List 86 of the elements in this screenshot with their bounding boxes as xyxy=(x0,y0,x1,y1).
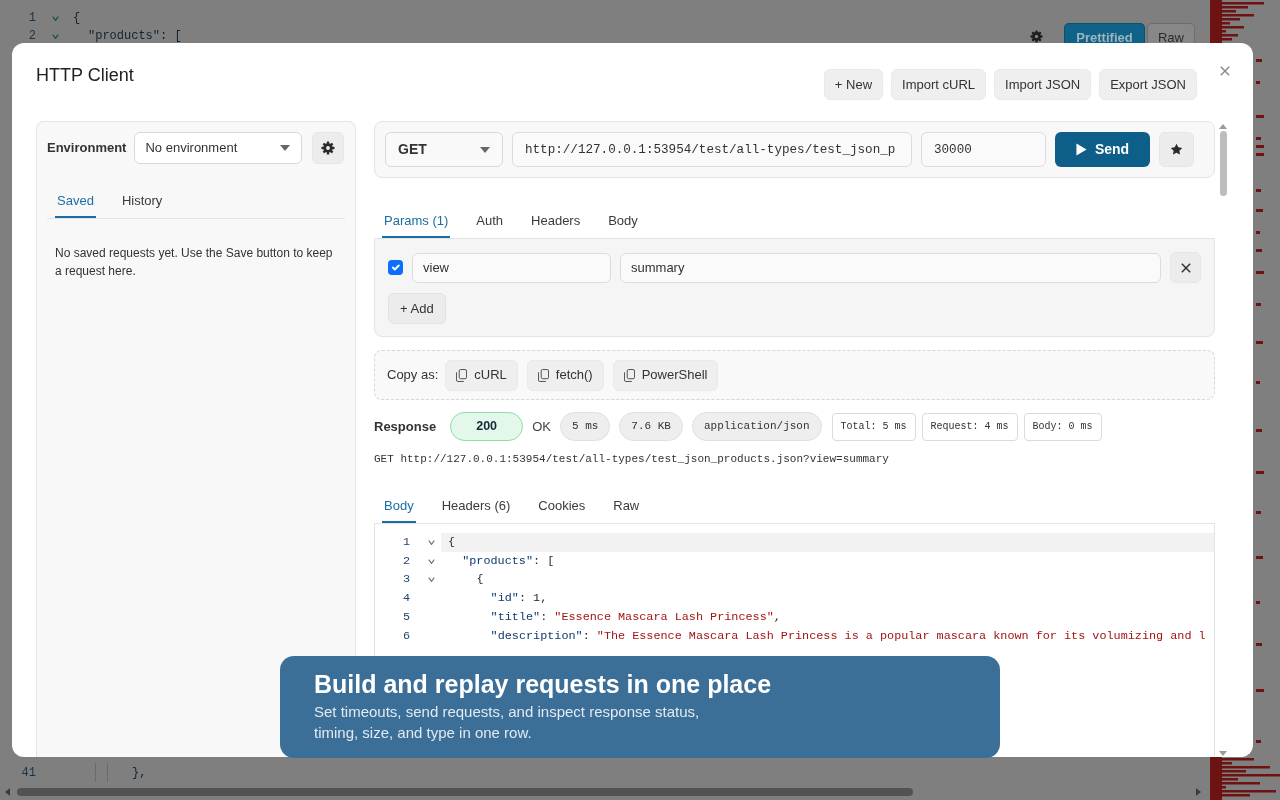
response-size-badge: 7.6 KB xyxy=(619,412,683,441)
request-tab[interactable]: Body xyxy=(606,203,640,238)
code-line: "description": "The Essence Mascara Lash Princess is a popular mascara known for its volumizing and l xyxy=(490,628,1206,644)
view-mode-tab[interactable]: Raw xyxy=(1147,23,1195,43)
timing-badge: Body: 0 ms xyxy=(1023,412,1102,441)
code-line: "products": [ xyxy=(462,553,555,569)
scroll-up-icon[interactable] xyxy=(1219,124,1227,129)
line-number: 1 xyxy=(27,10,36,26)
response-tab[interactable]: Cookies xyxy=(536,488,588,523)
close-icon[interactable] xyxy=(1220,66,1230,76)
code-line: { xyxy=(476,572,484,588)
send-button[interactable]: Send xyxy=(1055,132,1150,167)
caption-title: Build and replay requests in one place xyxy=(314,669,773,700)
status-text: OK xyxy=(532,417,551,436)
caret-icon xyxy=(280,145,291,151)
copy-format-button[interactable]: cURL xyxy=(445,359,518,391)
url-field[interactable]: http://127.0.0.1:53954/test/all-types/test_json_p xyxy=(512,132,912,167)
request-summary-text: GET http://127.0.0.1:53954/test/all-types/test_json_products.json?view=summary xyxy=(374,452,890,466)
param-value-field[interactable]: summary xyxy=(620,252,1161,283)
fold-chevron-icon[interactable] xyxy=(52,33,59,39)
line-number: 41 xyxy=(20,764,36,782)
environment-settings-button[interactable] xyxy=(312,132,345,164)
timing-badge: Total: 5 ms xyxy=(831,412,916,441)
line-number: 3 xyxy=(401,572,410,588)
add-param-button[interactable]: + Add xyxy=(388,293,446,324)
toolbar-button[interactable]: Import JSON xyxy=(994,69,1092,100)
caption-text: Set timeouts, send requests, and inspect response status, timing, size, and type in one row. xyxy=(314,702,701,743)
response-tab[interactable]: Headers (6) xyxy=(439,488,513,523)
environment-label: Environment xyxy=(47,139,127,158)
caret-icon xyxy=(480,146,490,153)
method-select[interactable]: GET xyxy=(385,132,503,167)
scroll-down-icon[interactable] xyxy=(1219,751,1227,756)
sidebar-tab[interactable]: Saved xyxy=(55,183,96,218)
param-enabled-checkbox[interactable] xyxy=(388,260,403,275)
status-code-badge: 200 xyxy=(450,412,524,441)
copy-icon xyxy=(623,368,635,382)
code-line: "title": "Essence Mascara Lash Princess", xyxy=(490,610,781,626)
copy-format-button[interactable]: PowerShell xyxy=(612,359,719,391)
toolbar-button[interactable]: Export JSON xyxy=(1099,69,1197,100)
play-icon xyxy=(1075,143,1087,156)
scroll-right-icon[interactable] xyxy=(1196,788,1201,796)
code-line: { xyxy=(448,534,456,550)
code-line: }, xyxy=(132,764,147,782)
code-line: "id": 1, xyxy=(490,591,548,607)
fold-chevron-icon[interactable] xyxy=(428,539,435,545)
response-time-badge: 5 ms xyxy=(559,412,611,441)
line-number: 2 xyxy=(27,28,36,44)
timing-badge: Request: 4 ms xyxy=(921,412,1018,441)
request-tab[interactable]: Headers xyxy=(529,203,583,238)
param-key-field[interactable]: view xyxy=(412,252,611,283)
scroll-left-icon[interactable] xyxy=(5,788,10,796)
timeout-field[interactable]: 30000 xyxy=(921,132,1046,167)
content-type-badge: application/json xyxy=(691,412,822,441)
remove-param-button[interactable] xyxy=(1170,252,1201,283)
environment-select[interactable]: No environment xyxy=(134,132,303,164)
code-line: { xyxy=(73,10,81,26)
scrollbar-thumb[interactable] xyxy=(1219,131,1227,196)
line-number: 2 xyxy=(401,553,410,569)
fold-chevron-icon[interactable] xyxy=(428,577,435,583)
line-number: 4 xyxy=(401,591,410,607)
code-line: "products": [ xyxy=(88,28,182,44)
empty-state-text: No saved requests yet. Use the Save button to keep a request here. xyxy=(55,245,334,280)
star-icon xyxy=(1170,143,1183,156)
line-number: 1 xyxy=(401,534,410,550)
close-icon xyxy=(1180,262,1191,273)
minimap-drawing xyxy=(1210,757,1280,800)
request-tab[interactable]: Auth xyxy=(474,203,506,238)
response-tab[interactable]: Raw xyxy=(611,488,642,523)
scrollbar-thumb[interactable] xyxy=(17,788,913,796)
copy-icon xyxy=(456,368,468,382)
line-number: 5 xyxy=(401,610,410,626)
line-number: 6 xyxy=(401,628,410,644)
copy-icon xyxy=(537,368,549,382)
dialog-title: HTTP Client xyxy=(36,64,134,87)
response-label: Response xyxy=(374,417,437,436)
toolbar-button[interactable]: Import cURL xyxy=(891,69,986,100)
copy-as-label: Copy as: xyxy=(387,366,439,385)
settings-icon xyxy=(321,141,336,155)
favorite-button[interactable] xyxy=(1159,132,1194,167)
copy-format-button[interactable]: fetch() xyxy=(526,359,604,391)
fold-chevron-icon[interactable] xyxy=(428,558,435,564)
sidebar-tab[interactable]: History xyxy=(119,183,165,218)
response-tab[interactable]: Body xyxy=(382,488,416,523)
fold-chevron-icon[interactable] xyxy=(52,15,59,21)
toolbar-button[interactable]: + New xyxy=(823,69,884,100)
settings-icon[interactable] xyxy=(1030,30,1043,43)
